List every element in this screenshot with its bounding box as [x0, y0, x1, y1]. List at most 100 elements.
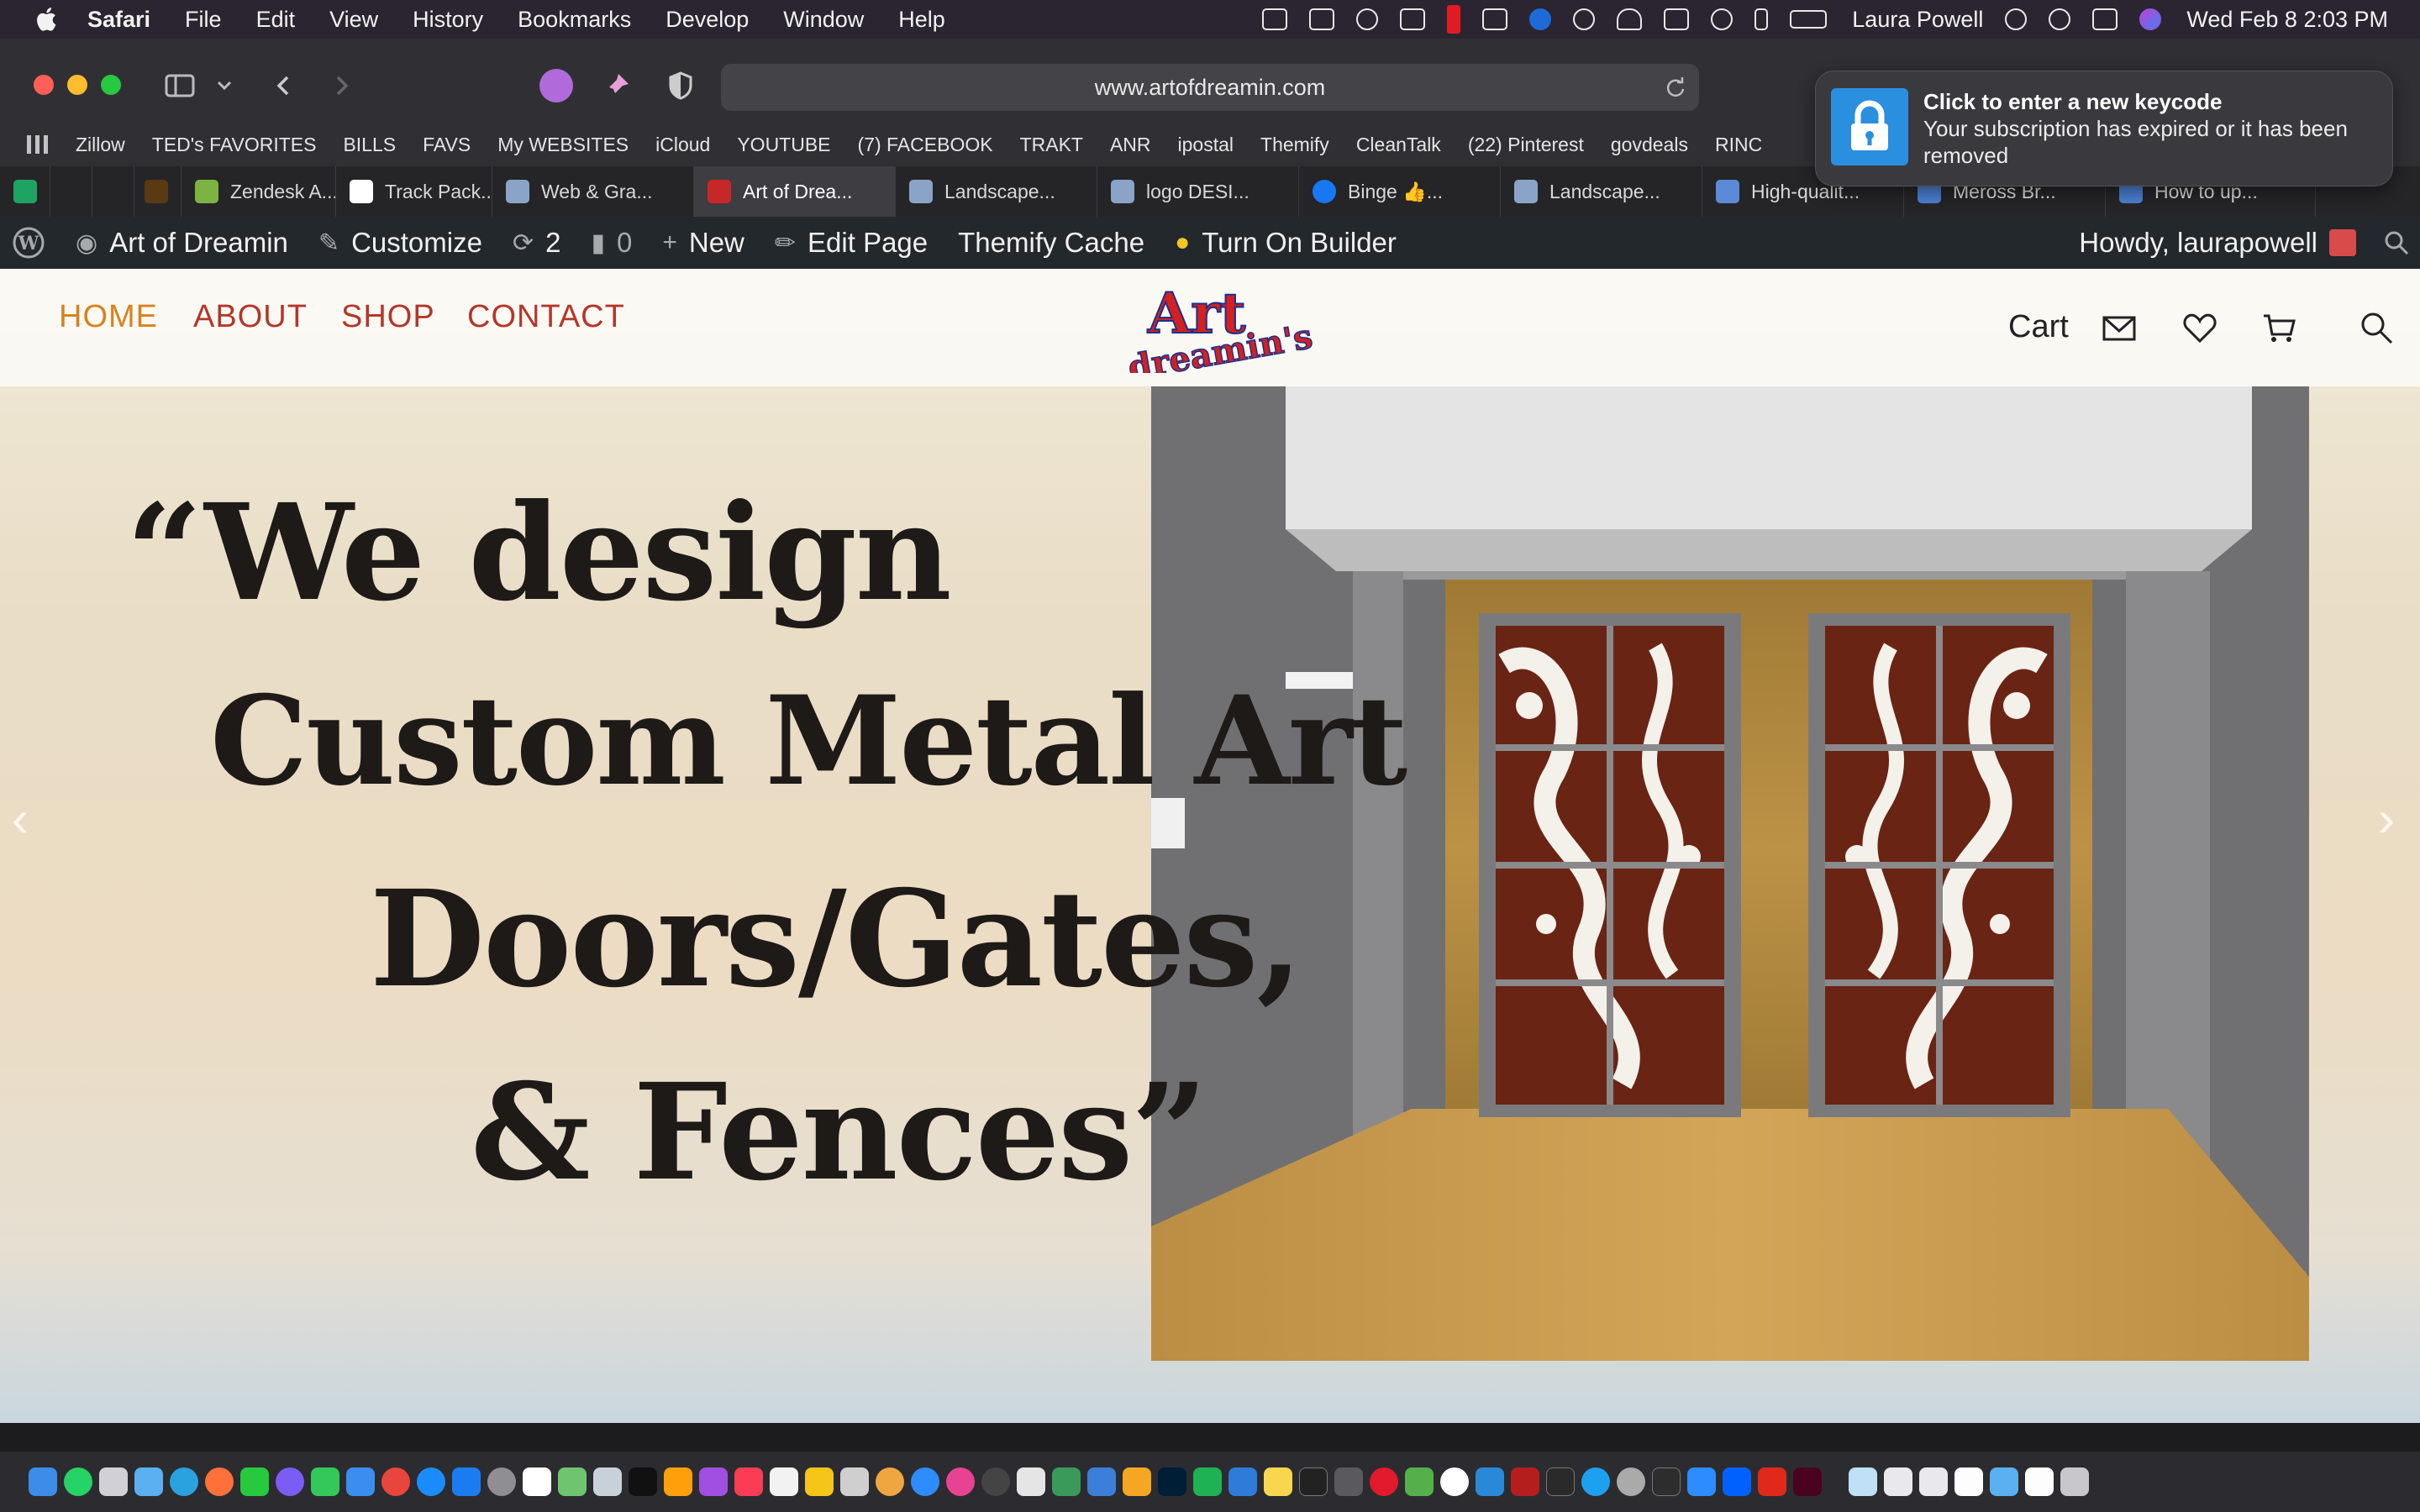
bookmark-item[interactable]: CleanTalk [1356, 134, 1441, 156]
document-icon[interactable] [1954, 1467, 1983, 1496]
sidebar-icon[interactable] [163, 69, 197, 102]
tab-pinned-blank[interactable] [92, 166, 134, 217]
user-name[interactable]: Laura Powell [1852, 7, 1983, 33]
tab-track-package[interactable]: Track Pack... [336, 166, 492, 217]
menu-safari[interactable]: Safari [87, 7, 150, 33]
zoom-app-icon[interactable] [1687, 1467, 1716, 1496]
brush-app-icon[interactable] [1052, 1467, 1081, 1496]
acorn-icon[interactable] [1652, 1467, 1681, 1496]
bookmark-item[interactable]: RINC [1715, 134, 1762, 156]
messages-icon[interactable] [311, 1467, 339, 1496]
menu-bookmarks[interactable]: Bookmarks [518, 7, 631, 33]
heart-icon[interactable] [2181, 309, 2218, 346]
screenshot-icon[interactable] [840, 1467, 869, 1496]
music-icon[interactable] [734, 1467, 763, 1496]
nav-shop[interactable]: SHOP [341, 299, 435, 335]
wp-themify-cache-link[interactable]: Themify Cache [958, 227, 1144, 259]
filezilla-icon[interactable] [1511, 1467, 1539, 1496]
home-icon[interactable] [664, 1467, 692, 1496]
close-window-button[interactable] [34, 75, 54, 95]
keycode-notification[interactable]: Click to enter a new keycode Your subscr… [1815, 71, 2393, 186]
numbers-icon[interactable] [1193, 1467, 1222, 1496]
settings-icon[interactable] [487, 1467, 516, 1496]
keynote-icon[interactable] [1228, 1467, 1257, 1496]
disk-icon[interactable] [1617, 1467, 1645, 1496]
messenger-icon[interactable] [276, 1467, 304, 1496]
avatar[interactable] [2329, 229, 2356, 256]
pinwheel-icon[interactable] [946, 1467, 975, 1496]
tab-logo-design[interactable]: logo DESI... [1097, 166, 1299, 217]
calculator-icon[interactable] [1334, 1467, 1363, 1496]
chrome-icon[interactable] [381, 1467, 410, 1496]
notes-icon[interactable] [1264, 1467, 1292, 1496]
apple-icon[interactable] [32, 4, 62, 34]
indesign-icon[interactable] [1793, 1467, 1822, 1496]
facetime-icon[interactable] [240, 1467, 269, 1496]
shield-icon[interactable] [664, 69, 697, 102]
bookmark-item[interactable]: ANR [1110, 134, 1151, 156]
photos-icon[interactable] [876, 1467, 904, 1496]
tab-pinned-goodreads[interactable] [134, 166, 182, 217]
bookmark-item[interactable]: Zillow [76, 134, 125, 156]
search-icon[interactable] [2358, 309, 2395, 346]
grid-app-icon[interactable] [1546, 1467, 1575, 1496]
creative-cloud-icon[interactable] [1356, 8, 1379, 30]
acrobat-icon[interactable] [1758, 1467, 1786, 1496]
folder-icon[interactable] [1990, 1467, 2018, 1496]
finder-icon[interactable] [29, 1467, 57, 1496]
tab-art-of-dreamin[interactable]: Art of Drea... [694, 166, 896, 217]
tab-landscape[interactable]: Landscape... [896, 166, 1097, 217]
bookmark-folder[interactable]: FAVS [423, 134, 471, 156]
forward-icon[interactable] [324, 69, 358, 102]
trash-icon[interactable] [2060, 1467, 2089, 1496]
back-icon[interactable] [267, 69, 301, 102]
address-bar[interactable]: www.artofdreamin.com [721, 64, 1699, 111]
bookmark-item[interactable]: iCloud [655, 134, 710, 156]
affinity-icon[interactable] [1087, 1467, 1116, 1496]
firefox-icon[interactable] [205, 1467, 234, 1496]
wp-new-link[interactable]: + New [662, 227, 744, 259]
whatsapp-icon[interactable] [64, 1467, 92, 1496]
menu-file[interactable]: File [185, 7, 222, 33]
document-icon[interactable] [2025, 1467, 2054, 1496]
tab-landscape-2[interactable]: Landscape... [1501, 166, 1702, 217]
bookmark-item[interactable]: (7) FACEBOOK [858, 134, 993, 156]
bookmark-item[interactable]: (22) Pinterest [1468, 134, 1584, 156]
control-center-icon[interactable] [2092, 8, 2118, 30]
play-icon[interactable] [1573, 8, 1596, 30]
news-icon[interactable] [770, 1467, 798, 1496]
stickies-icon[interactable] [805, 1467, 834, 1496]
wp-edit-page-link[interactable]: ✏ Edit Page [775, 227, 928, 259]
safari-icon[interactable] [417, 1467, 445, 1496]
menu-develop[interactable]: Develop [666, 7, 749, 33]
mail-icon[interactable] [346, 1467, 375, 1496]
reload-icon[interactable] [1664, 76, 1687, 99]
zoom-icon[interactable] [911, 1467, 939, 1496]
battery-alert-icon[interactable] [1447, 5, 1461, 34]
bookmark-folder[interactable]: My WEBSITES [497, 134, 629, 156]
opera-icon[interactable] [1370, 1467, 1398, 1496]
downloads-icon[interactable] [1849, 1467, 1877, 1496]
minimize-window-button[interactable] [67, 75, 87, 95]
mail-icon[interactable] [2101, 309, 2138, 346]
app-store-icon[interactable] [452, 1467, 481, 1496]
network-icon[interactable] [1581, 1467, 1610, 1496]
clock[interactable]: Wed Feb 8 2:03 PM [2186, 7, 2388, 33]
chevron-down-icon[interactable] [212, 69, 237, 102]
headphones-icon[interactable] [1711, 8, 1733, 30]
cart-label[interactable]: Cart [2008, 309, 2069, 345]
pin-icon[interactable] [600, 69, 634, 102]
cloud-icon[interactable] [134, 1467, 163, 1496]
zoom-window-button[interactable] [101, 75, 121, 95]
wp-updates-link[interactable]: ⟳ 2 [513, 227, 561, 259]
bluetooth-icon[interactable] [1754, 8, 1769, 30]
bookmark-item[interactable]: ipostal [1178, 134, 1234, 156]
bookmark-item[interactable]: YOUTUBE [737, 134, 830, 156]
wp-builder-link[interactable]: ● Turn On Builder [1175, 227, 1397, 259]
tab-binge[interactable]: Binge 👍... [1299, 166, 1501, 217]
nav-about[interactable]: ABOUT [193, 299, 308, 335]
slider-prev-arrow[interactable]: ‹ [12, 790, 29, 848]
terminal-icon[interactable] [1299, 1467, 1328, 1496]
wordpress-icon[interactable]: W [12, 226, 45, 260]
tab-zendesk[interactable]: Zendesk A... [182, 166, 336, 217]
